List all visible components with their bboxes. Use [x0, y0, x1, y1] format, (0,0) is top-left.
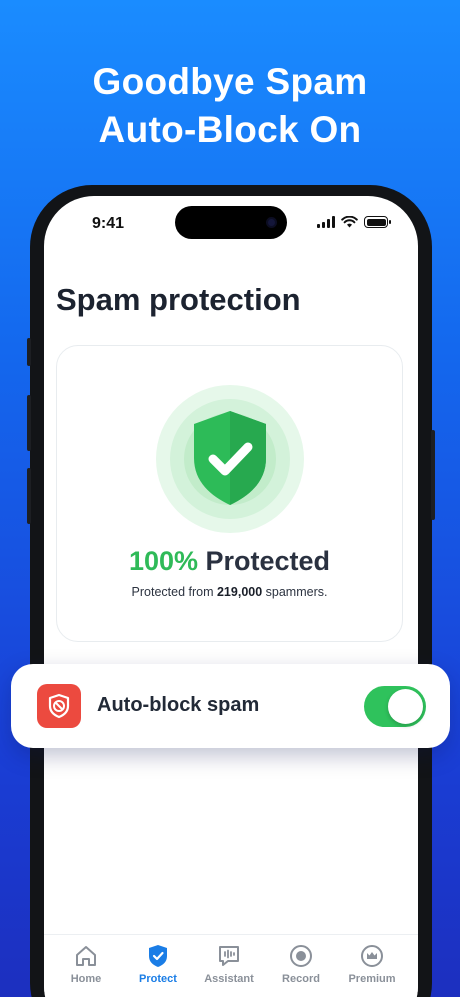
- phone-side-button-left-3: [27, 468, 31, 524]
- tab-home-label: Home: [70, 973, 102, 985]
- headline-line-1: Goodbye Spam: [92, 61, 368, 102]
- shield-check-icon: [156, 385, 304, 533]
- phone-side-button-left-2: [27, 395, 31, 451]
- protection-subtitle: Protected from 219,000 spammers.: [57, 585, 402, 599]
- phone-side-button-right: [431, 430, 435, 520]
- phone-screen: 9:41 Spam protection 100% Protected Prot…: [44, 196, 418, 997]
- assistant-voice-icon: [219, 946, 239, 966]
- status-time: 9:41: [92, 215, 125, 232]
- cellular-signal-icon: [317, 216, 335, 228]
- auto-block-toggle[interactable]: [364, 686, 426, 727]
- protection-status-heading: 100% Protected: [57, 546, 402, 577]
- tab-protect[interactable]: Protect: [123, 943, 193, 985]
- subtitle-prefix: Protected from: [131, 585, 214, 599]
- tab-protect-label: Protect: [139, 973, 177, 985]
- camera-icon: [266, 217, 277, 228]
- toggle-knob: [388, 689, 423, 724]
- battery-icon: [364, 216, 391, 228]
- shield-badge: [155, 384, 305, 534]
- shield-check-icon: [149, 945, 167, 967]
- tab-assistant[interactable]: Assistant: [194, 943, 264, 985]
- tab-home[interactable]: Home: [51, 943, 121, 985]
- subtitle-suffix: spammers.: [265, 585, 328, 599]
- dynamic-island: [175, 206, 287, 239]
- tab-record[interactable]: Record: [266, 943, 336, 985]
- crown-icon: [361, 945, 383, 967]
- protection-status-word: Protected: [205, 546, 331, 576]
- home-icon: [76, 946, 96, 966]
- tab-record-label: Record: [282, 973, 320, 985]
- page-title: Spam protection: [56, 282, 301, 317]
- protection-status-card: 100% Protected Protected from 219,000 sp…: [56, 345, 403, 642]
- auto-block-label: Auto-block spam: [97, 694, 260, 716]
- auto-block-card: Auto-block spam: [11, 664, 450, 748]
- spammer-count: 219,000: [216, 585, 263, 599]
- marketing-headline: Goodbye Spam Auto-Block On: [0, 58, 460, 154]
- phone-side-button-left-1: [27, 338, 31, 366]
- tab-premium[interactable]: Premium: [337, 943, 407, 985]
- tab-assistant-label: Assistant: [204, 973, 254, 985]
- wifi-icon: [341, 216, 358, 228]
- status-icons: [317, 216, 391, 228]
- tab-premium-label: Premium: [348, 973, 396, 985]
- record-icon: [290, 945, 312, 967]
- block-shield-icon: [37, 684, 81, 728]
- bottom-tab-bar: Home Protect Assistant Record Premium: [44, 934, 418, 997]
- headline-line-2: Auto-Block On: [98, 109, 362, 150]
- protection-percent: 100%: [128, 546, 198, 576]
